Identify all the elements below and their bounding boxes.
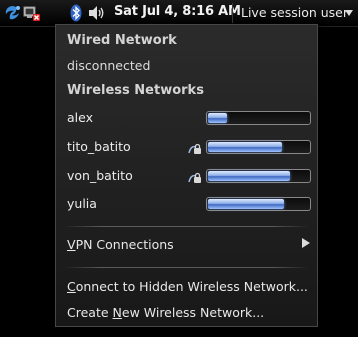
wireless-network-item[interactable]: yulia [56,193,317,217]
wireless-network-item[interactable]: von_batito [56,165,317,189]
signal-strength-bar [206,140,311,154]
chevron-right-icon [302,238,310,248]
vpn-label: PN Connections [75,237,174,252]
network-name: von_batito [67,168,133,183]
item-text: Create [67,305,113,320]
chevron-down-icon[interactable] [345,9,353,17]
secured-network-icon [188,172,201,183]
wireless-network-item[interactable]: tito_batito [56,136,317,160]
create-new-network-item[interactable]: Create New Wireless Network... [67,305,264,320]
top-panel: Sat Jul 4, 8:16 AM Live session user [0,0,358,27]
network-name: yulia [67,196,97,211]
item-text: ew Wireless Network... [121,305,265,320]
menu-separator [64,267,309,268]
secured-network-icon [188,143,201,154]
bluetooth-icon[interactable] [70,4,82,22]
wired-status: disconnected [67,58,151,73]
wired-network-header: Wired Network [67,33,177,48]
signal-strength-bar [206,111,311,125]
network-disconnected-icon[interactable] [22,4,42,22]
clock[interactable]: Sat Jul 4, 8:16 AM [114,4,241,19]
panel-separator [232,3,233,23]
distro-logo-icon[interactable] [3,4,23,22]
vpn-mnemonic: V [67,237,76,252]
vpn-connections-item[interactable]: VPN Connections [67,237,174,252]
wireless-networks-header: Wireless Networks [67,83,204,98]
item-mnemonic: C [67,279,76,294]
item-text: onnect to Hidden Wireless Network... [75,279,308,294]
signal-strength-bar [206,169,311,183]
volume-icon[interactable] [87,4,107,22]
network-name: tito_batito [67,139,131,154]
signal-strength-fill [208,199,285,209]
signal-strength-fill [208,142,283,152]
item-mnemonic: N [112,305,122,320]
signal-strength-bar [206,197,311,211]
connect-hidden-network-item[interactable]: Connect to Hidden Wireless Network... [67,279,308,294]
network-name: alex [67,110,94,125]
signal-strength-fill [208,171,291,181]
menu-separator [64,226,309,227]
user-menu-label[interactable]: Live session user [241,5,348,20]
signal-strength-fill [208,113,227,123]
network-menu: Wired Network disconnected Wireless Netw… [55,24,318,327]
wireless-network-item[interactable]: alex [56,107,317,131]
